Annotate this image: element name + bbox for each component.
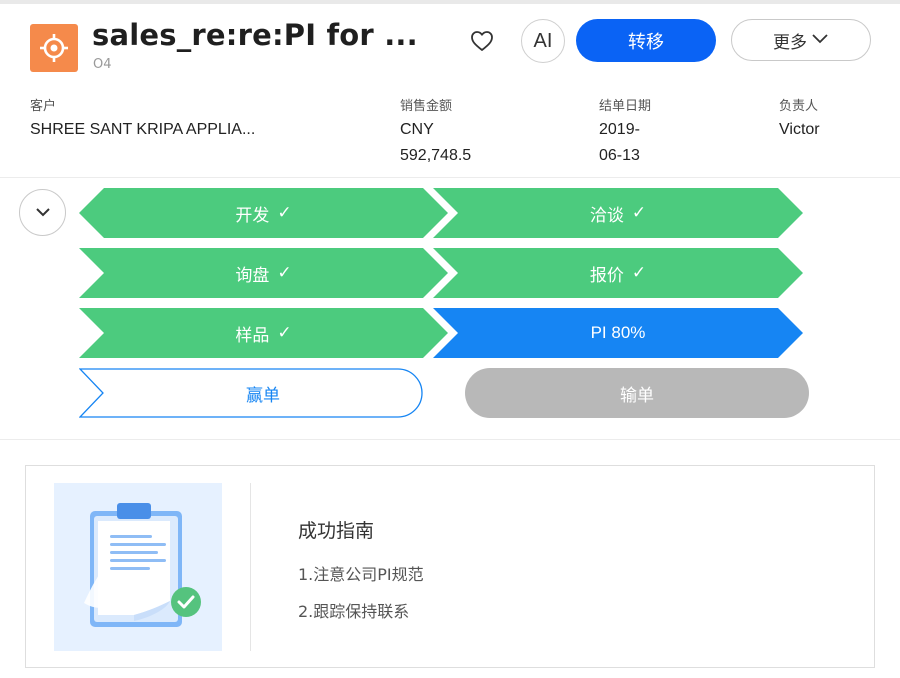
stage-xunpan[interactable]: 询盘 ✓ [79, 248, 448, 298]
more-button[interactable]: 更多 [731, 19, 871, 61]
chevron-down-icon [811, 30, 829, 50]
check-icon: ✓ [631, 203, 647, 223]
ai-button[interactable]: AI [521, 19, 565, 63]
top-border [0, 0, 900, 4]
sales-amount-label: 销售金额 [400, 99, 453, 114]
guide-divider [250, 483, 251, 651]
target-icon [30, 24, 78, 72]
stage-pi[interactable]: PI 80% [433, 308, 803, 358]
sales-amount-currency: CNY [400, 121, 434, 138]
win-button-label: 赢单 [246, 385, 280, 406]
owner-value: Victor [779, 121, 820, 138]
divider [0, 439, 900, 440]
stage-label: 样品 [235, 325, 270, 345]
success-guide-card: 成功指南 1.注意公司PI规范 2.跟踪保持联系 [25, 465, 875, 668]
customer-label: 客户 [30, 99, 57, 114]
close-date-value: 2019- 06-13 [599, 117, 640, 169]
stage-yangpin[interactable]: 样品 ✓ [79, 308, 448, 358]
sales-amount-value: CNY 592,748.5 [400, 117, 471, 169]
check-icon: ✓ [277, 203, 292, 223]
stage-kaifa[interactable]: 开发 ✓ [79, 188, 448, 238]
lose-button[interactable]: 输单 [465, 368, 809, 418]
divider [0, 177, 900, 178]
close-date-line2: 06-13 [599, 147, 640, 164]
stage-baojia[interactable]: 报价 ✓ [433, 248, 803, 298]
guide-title: 成功指南 [298, 520, 375, 542]
win-button[interactable]: 赢单 [79, 368, 423, 418]
check-icon: ✓ [277, 323, 292, 343]
stage-label: 询盘 [235, 265, 270, 285]
clipboard-check-icon [54, 483, 222, 651]
customer-value: SHREE SANT KRIPA APPLIA... [30, 121, 256, 138]
record-subtitle: O4 [93, 57, 112, 72]
chevron-down-icon [34, 203, 52, 222]
stage-label: 开发 [235, 205, 270, 225]
stage-label: PI 80% [590, 323, 646, 342]
check-icon: ✓ [277, 263, 292, 283]
close-date-label: 结单日期 [599, 99, 652, 114]
heart-icon[interactable] [468, 27, 496, 55]
sales-amount-number: 592,748.5 [400, 147, 472, 164]
stage-label: 洽谈 [589, 205, 624, 225]
transfer-button[interactable]: 转移 [576, 19, 716, 62]
close-date-line1: 2019- [599, 121, 640, 138]
more-button-label: 更多 [773, 32, 807, 52]
collapse-button[interactable] [19, 189, 66, 236]
stage-qiatan[interactable]: 洽谈 ✓ [433, 188, 803, 238]
guide-item: 2.跟踪保持联系 [298, 602, 410, 621]
page-title: sales_re:re:PI for ... [92, 18, 418, 52]
owner-label: 负责人 [779, 99, 819, 114]
guide-item: 1.注意公司PI规范 [298, 565, 424, 584]
check-icon: ✓ [631, 263, 647, 283]
stage-label: 报价 [589, 265, 624, 285]
